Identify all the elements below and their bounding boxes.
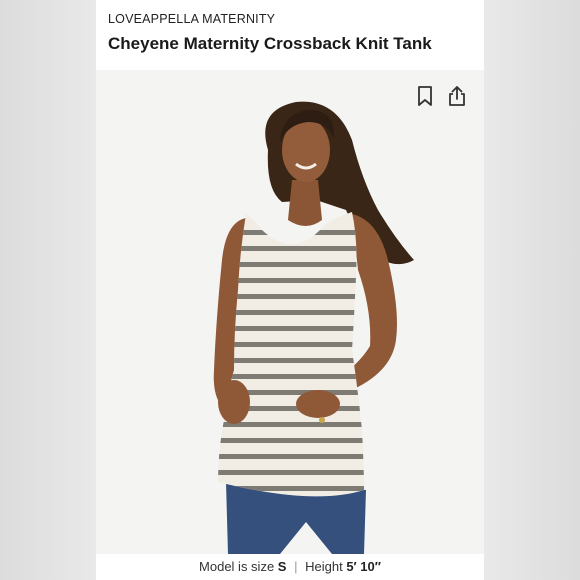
product-card: LOVEAPPELLA MATERNITY Cheyene Maternity … (96, 0, 484, 580)
model-illustration (213, 101, 414, 554)
product-photo (96, 70, 484, 554)
brand-name[interactable]: LOVEAPPELLA MATERNITY (108, 12, 275, 26)
model-height-label: Height (305, 559, 343, 574)
model-size-label: Model is size (199, 559, 275, 574)
model-info: Model is size S | Height 5′ 10″ (96, 554, 484, 580)
neck (288, 180, 322, 226)
share-icon[interactable] (448, 86, 466, 106)
right-backdrop (484, 0, 580, 580)
left-backdrop (0, 0, 96, 580)
caption-separator: | (294, 559, 298, 574)
product-title: Cheyene Maternity Crossback Knit Tank (108, 34, 432, 53)
bookmark-icon[interactable] (416, 86, 434, 106)
left-hand (218, 380, 250, 424)
model-height-value: 5′ 10″ (346, 559, 381, 574)
ring (319, 417, 325, 423)
model-size-value: S (277, 559, 287, 574)
product-header: LOVEAPPELLA MATERNITY Cheyene Maternity … (96, 0, 484, 70)
right-hand (296, 390, 340, 418)
